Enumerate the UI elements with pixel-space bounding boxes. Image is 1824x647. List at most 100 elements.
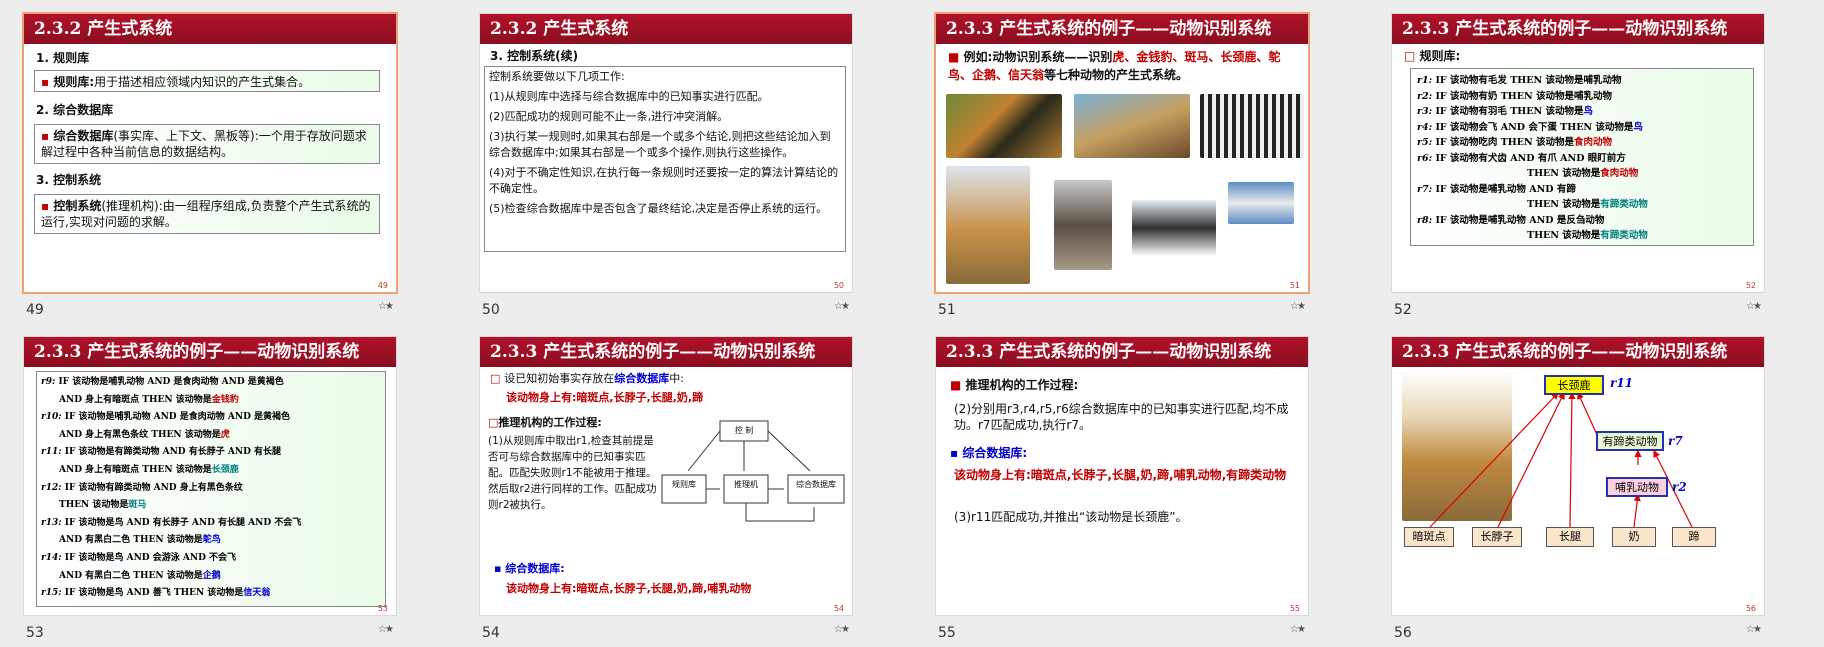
zebra-image (1200, 94, 1304, 158)
database-node: 综合数据库 (796, 480, 836, 489)
slide-preview[interactable]: 2.3.3 产生式系统的例子——动物识别系统 r9: IF 该动物是哺乳动物 A… (24, 337, 396, 615)
rule-line: AND 有黑白二色 THEN 该动物是鸵鸟 (59, 535, 221, 546)
slide-title: 2.3.3 产生式系统的例子——动物识别系统 (1392, 14, 1764, 44)
slide-preview[interactable]: 2.3.3 产生式系统的例子——动物识别系统 □ 规则库: r1: IF 该动物… (1392, 14, 1764, 292)
facts-line: 该动物身上有:暗斑点,长脖子,长腿,奶,蹄,哺乳动物 (506, 582, 752, 595)
rule-line: r9: IF 该动物是哺乳动物 AND 是食肉动物 AND 是黄褐色 (41, 377, 284, 387)
text-box: 控制系统要做以下几项工作: (1)从规则库中选择与综合数据库中的已知事实进行匹配… (484, 66, 846, 252)
slide-number-label: 51 (938, 302, 956, 318)
ostrich-image (1054, 180, 1112, 270)
giraffe-image (946, 166, 1030, 284)
rule-line: r13: IF 该动物是鸟 AND 有长脖子 AND 有长腿 AND 不会飞 (41, 517, 302, 528)
slide-preview[interactable]: 2.3.3 产生式系统的例子——动物识别系统 ■ 推理机构的工作过程: (2)分… (936, 337, 1308, 615)
slide-thumb-49[interactable]: 2.3.2 产生式系统 1. 规则库 ▪ 规则库:用于描述相应领域内知识的产生式… (0, 0, 456, 323)
heading: 3. 控制系统 (36, 173, 102, 187)
page-number: 51 (1289, 281, 1300, 290)
page-number: 49 (377, 281, 388, 290)
slide-number-label: 54 (482, 625, 500, 641)
slide-number-label: 52 (1394, 302, 1412, 318)
slide-preview[interactable]: 2.3.3 产生式系统的例子——动物识别系统 长颈鹿 r11 有蹄类动物 r7 … (1392, 337, 1764, 615)
paragraph: (1)从规则库中取出r1,检查其前提是否可与综合数据库中的已知事实匹配。匹配失败… (488, 435, 657, 511)
rule-line: AND 有黑白二色 THEN 该动物是企鹅 (59, 570, 221, 581)
penguin-image (1132, 200, 1216, 256)
page-number: 53 (377, 604, 388, 613)
slide-title: 2.3.2 产生式系统 (24, 14, 396, 44)
heading: 2. 综合数据库 (36, 103, 114, 117)
rule-list: r1: IF 该动物有毛发 THEN 该动物是哺乳动物 r2: IF 该动物有奶… (1410, 68, 1754, 246)
rule-list: r9: IF 该动物是哺乳动物 AND 是食肉动物 AND 是黄褐色 AND 身… (36, 371, 386, 607)
paragraph: (3)r11匹配成功,并推出“该动物是长颈鹿”。 (954, 510, 1188, 524)
animation-star-icon[interactable]: ☆★ (1746, 624, 1762, 635)
page-number: 56 (1745, 604, 1756, 613)
albatross-image (1228, 182, 1294, 224)
rule-line: r2: IF 该动物有奶 THEN 该动物是哺乳动物 (1417, 90, 1613, 102)
slide-number-label: 50 (482, 302, 500, 318)
slide-thumb-53[interactable]: 2.3.3 产生式系统的例子——动物识别系统 r9: IF 该动物是哺乳动物 A… (0, 323, 456, 646)
rule-line: r4: IF 该动物会飞 AND 会下蛋 THEN 该动物是鸟 (1417, 121, 1643, 133)
slide-number-label: 49 (26, 302, 44, 318)
animation-star-icon[interactable]: ☆★ (834, 624, 850, 635)
fact-long-neck: 长脖子 (1472, 527, 1522, 547)
heading: 3. 控制系统(续) (490, 49, 579, 63)
rule-line: r7: IF 该动物是哺乳动物 AND 有蹄 (1417, 183, 1576, 195)
rule-label-r11: r11 (1610, 376, 1634, 390)
slide-preview[interactable]: 2.3.3 产生式系统的例子——动物识别系统 ■ 例如:动物识别系统——识别虎、… (936, 14, 1308, 292)
rule-line: r12: IF 该动物有蹄类动物 AND 身上有黑色条纹 (41, 482, 243, 493)
rule-line: THEN 该动物是斑马 (59, 500, 147, 511)
animation-star-icon[interactable]: ☆★ (1290, 301, 1306, 312)
text-box: ▪ 综合数据库(事实库、上下文、黑板等):一个用于存放问题求解过程中各种当前信息… (34, 124, 380, 164)
rule-label-r7: r7 (1668, 434, 1683, 448)
animation-star-icon[interactable]: ☆★ (378, 301, 394, 312)
fact-hoof: 蹄 (1672, 527, 1716, 547)
rule-line: AND 身上有黑色条纹 THEN 该动物是虎 (59, 429, 230, 440)
rule-line: r8: IF 该动物是哺乳动物 AND 是反刍动物 (1417, 214, 1605, 226)
rule-label-r2: r2 (1672, 480, 1687, 494)
animation-star-icon[interactable]: ☆★ (1290, 624, 1306, 635)
tiger-image (946, 94, 1062, 158)
slide-number-label: 55 (938, 625, 956, 641)
slide-thumb-56[interactable]: 2.3.3 产生式系统的例子——动物识别系统 长颈鹿 r11 有蹄类动物 r7 … (1368, 323, 1824, 646)
slide-title: 2.3.3 产生式系统的例子——动物识别系统 (936, 14, 1308, 44)
page-number: 52 (1745, 281, 1756, 290)
inference-node: 推理机 (734, 480, 758, 489)
slide-preview[interactable]: 2.3.2 产生式系统 3. 控制系统(续) 控制系统要做以下几项工作: (1)… (480, 14, 852, 292)
rule-line: r15: IF 该动物是鸟 AND 善飞 THEN 该动物是信天翁 (41, 588, 271, 599)
slide-thumb-54[interactable]: 2.3.3 产生式系统的例子——动物识别系统 □ 设已知初始事实存放在综合数据库… (456, 323, 912, 646)
page-number: 55 (1289, 604, 1300, 613)
slide-preview[interactable]: 2.3.2 产生式系统 1. 规则库 ▪ 规则库:用于描述相应领域内知识的产生式… (24, 14, 396, 292)
node-giraffe: 长颈鹿 (1544, 375, 1604, 395)
rule-line: r5: IF 该动物吃肉 THEN 该动物是食肉动物 (1417, 137, 1613, 148)
rule-line: AND 身上有暗斑点 THEN 该动物是长颈鹿 (59, 464, 239, 475)
facts-line: 该动物身上有:暗斑点,长脖子,长腿,奶,蹄,哺乳动物,有蹄类动物 (954, 468, 1287, 482)
animation-star-icon[interactable]: ☆★ (1746, 301, 1762, 312)
rule-line: r11: IF 该动物是有蹄类动物 AND 有长脖子 AND 有长腿 (41, 447, 282, 458)
slide-title: 2.3.3 产生式系统的例子——动物识别系统 (24, 337, 396, 367)
animation-star-icon[interactable]: ☆★ (378, 624, 394, 635)
text-box: ▪ 规则库:用于描述相应领域内知识的产生式集合。 (34, 70, 380, 92)
slide-thumb-51[interactable]: 2.3.3 产生式系统的例子——动物识别系统 ■ 例如:动物识别系统——识别虎、… (912, 0, 1368, 323)
rule-line: AND 身上有暗斑点 THEN 该动物是金钱豹 (59, 394, 239, 405)
rule-line: THEN 该动物是有蹄类动物 (1527, 230, 1648, 241)
animation-star-icon[interactable]: ☆★ (834, 301, 850, 312)
rule-line: r3: IF 该动物有羽毛 THEN 该动物是鸟 (1417, 106, 1594, 117)
slide-thumb-50[interactable]: 2.3.2 产生式系统 3. 控制系统(续) 控制系统要做以下几项工作: (1)… (456, 0, 912, 323)
rulebase-node: 规则库 (672, 480, 696, 489)
text-box: ▪ 控制系统(推理机构):由一组程序组成,负责整个产生式系统的运行,实现对问题的… (34, 194, 380, 234)
slide-title: 2.3.2 产生式系统 (480, 14, 852, 44)
leopard-image (1074, 94, 1190, 158)
facts-line: 该动物身上有:暗斑点,长脖子,长腿,奶,蹄 (506, 391, 704, 404)
fact-milk: 奶 (1612, 527, 1656, 547)
slide-title: 2.3.3 产生式系统的例子——动物识别系统 (480, 337, 852, 367)
slide-thumb-52[interactable]: 2.3.3 产生式系统的例子——动物识别系统 □ 规则库: r1: IF 该动物… (1368, 0, 1824, 323)
heading: 1. 规则库 (36, 51, 90, 65)
rule-line: r6: IF 该动物有犬齿 AND 有爪 AND 眼盯前方 (1417, 152, 1626, 164)
fact-spots: 暗斑点 (1404, 527, 1454, 547)
slide-thumb-55[interactable]: 2.3.3 产生式系统的例子——动物识别系统 ■ 推理机构的工作过程: (2)分… (912, 323, 1368, 646)
slide-number-label: 53 (26, 625, 44, 641)
node-mammal: 哺乳动物 (1606, 477, 1668, 497)
rule-line: r14: IF 该动物是鸟 AND 会游泳 AND 不会飞 (41, 552, 237, 563)
slide-number-label: 56 (1394, 625, 1412, 641)
node-ungulate: 有蹄类动物 (1596, 431, 1664, 451)
rule-line: THEN 该动物是有蹄类动物 (1527, 199, 1648, 210)
slide-preview[interactable]: 2.3.3 产生式系统的例子——动物识别系统 □ 设已知初始事实存放在综合数据库… (480, 337, 852, 615)
